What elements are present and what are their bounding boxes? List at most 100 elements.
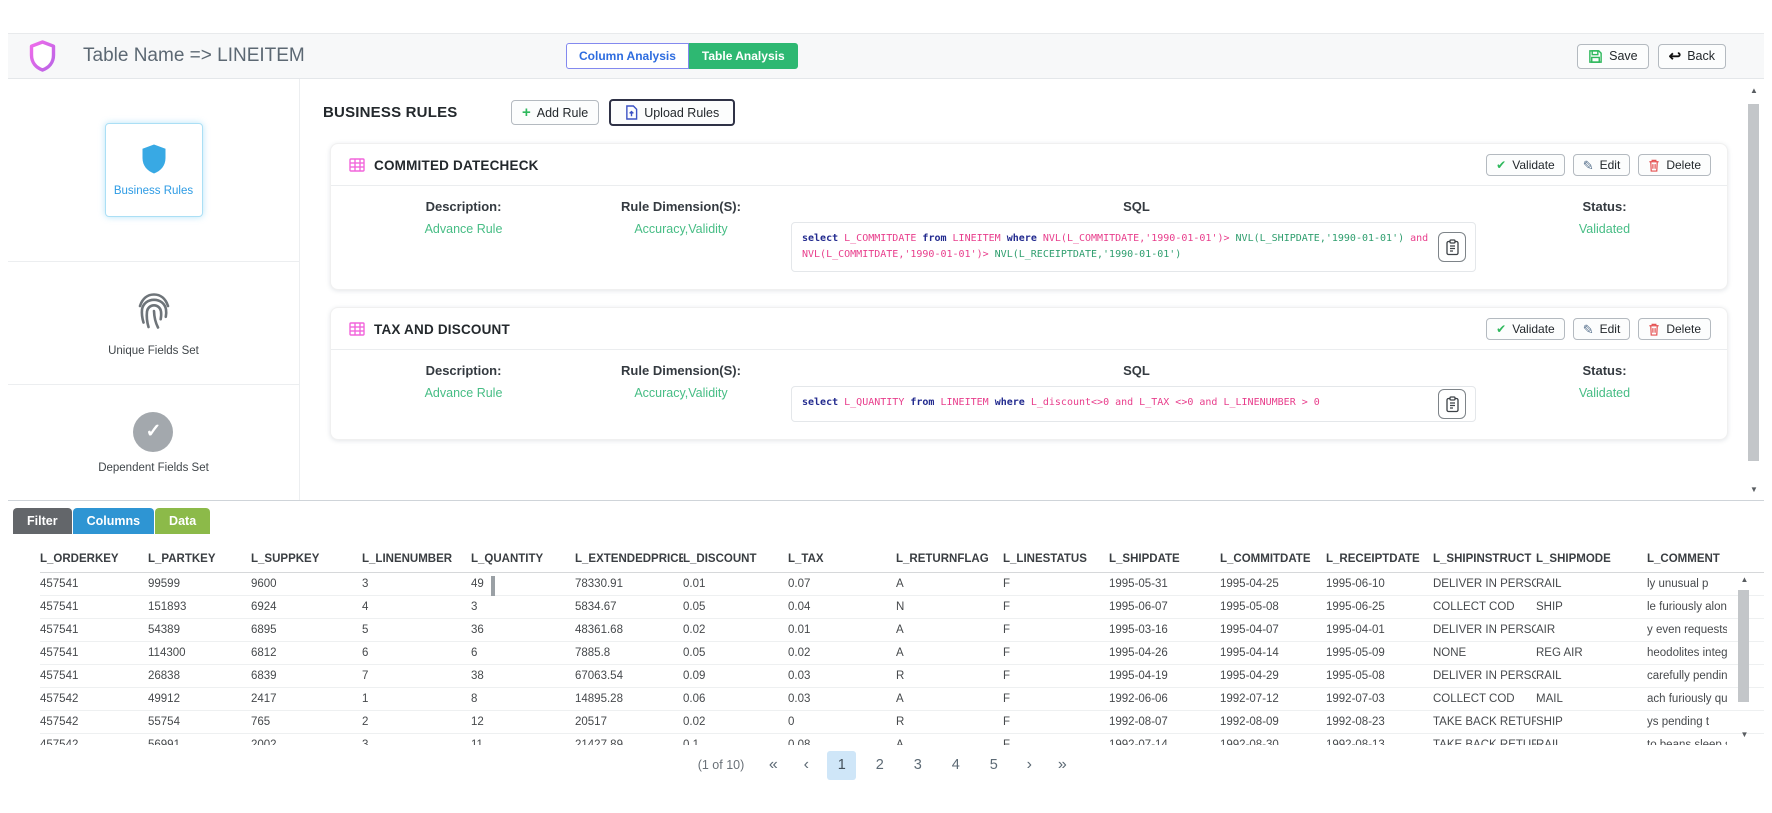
status-badge: Validated xyxy=(1482,386,1727,400)
table-cell: COLLECT COD xyxy=(1433,596,1536,618)
column-header-l_returnflag[interactable]: L_RETURNFLAG xyxy=(896,546,1003,572)
save-button[interactable]: Save xyxy=(1577,44,1649,69)
pagination: (1 of 10) « ‹ 12345 › » xyxy=(8,745,1764,785)
column-header-l_linestatus[interactable]: L_LINESTATUS xyxy=(1003,546,1109,572)
table-cell: 0.03 xyxy=(788,665,896,687)
edit-button[interactable]: ✎ Edit xyxy=(1573,154,1631,176)
table-cell: TAKE BACK RETURN xyxy=(1433,711,1536,733)
delete-button[interactable]: Delete xyxy=(1638,318,1711,340)
table-cell: 114300 xyxy=(148,642,251,664)
column-header-l_comment[interactable]: L_COMMENT xyxy=(1647,546,1727,572)
page-button-3[interactable]: 3 xyxy=(903,751,932,780)
table-row: 45754154389689553648361.680.020.01AF1995… xyxy=(40,619,1764,642)
table-cell: 14895.28 xyxy=(575,688,683,710)
column-header-l_commitdate[interactable]: L_COMMITDATE xyxy=(1220,546,1326,572)
panel-scrollbar: ▲ ▼ xyxy=(1744,79,1764,500)
edit-button[interactable]: ✎ Edit xyxy=(1573,318,1631,340)
table-cell: 457542 xyxy=(40,688,148,710)
validate-button[interactable]: ✔ Validate xyxy=(1486,154,1565,176)
table-cell: 26838 xyxy=(148,665,251,687)
column-header-l_tax[interactable]: L_TAX xyxy=(788,546,896,572)
table-cell: 49912 xyxy=(148,688,251,710)
column-header-l_orderkey[interactable]: L_ORDERKEY xyxy=(40,546,148,572)
tab-data[interactable]: Data xyxy=(155,508,210,534)
description-value: Advance Rule xyxy=(356,222,571,236)
page-button-2[interactable]: 2 xyxy=(865,751,894,780)
table-cell: 0 xyxy=(788,711,896,733)
sidebar-item-business-rules[interactable]: Business Rules xyxy=(105,123,203,217)
column-header-l_receiptdate[interactable]: L_RECEIPTDATE xyxy=(1326,546,1433,572)
rule-status: Status: Validated xyxy=(1482,199,1727,272)
tab-table-analysis[interactable]: Table Analysis xyxy=(689,43,798,69)
column-header-l_partkey[interactable]: L_PARTKEY xyxy=(148,546,251,572)
page-button-4[interactable]: 4 xyxy=(941,751,970,780)
rules-content: BUSINESS RULES + Add Rule Upload Rules xyxy=(300,79,1744,500)
page-button-1[interactable]: 1 xyxy=(827,751,856,780)
copy-sql-button[interactable] xyxy=(1438,232,1466,262)
table-cell: 457541 xyxy=(40,642,148,664)
table-cell: le furiously alongsi xyxy=(1647,596,1727,618)
column-header-l_shipmode[interactable]: L_SHIPMODE xyxy=(1536,546,1647,572)
first-page-button[interactable]: « xyxy=(761,756,785,774)
table-cell: DELIVER IN PERSON xyxy=(1433,665,1536,687)
analysis-panel: Business Rules Unique Fields Set xyxy=(8,79,1764,501)
tab-columns[interactable]: Columns xyxy=(73,508,154,534)
table-cell: 4 xyxy=(362,596,471,618)
data-preview-panel: Filter Columns Data L_ORDERKEYL_PARTKEYL… xyxy=(8,508,1764,785)
table-cell: 1995-04-29 xyxy=(1220,665,1326,687)
table-cell: 49 xyxy=(471,573,575,595)
inline-scrollbar-thumb[interactable] xyxy=(491,576,495,596)
check-circle-icon: ✓ xyxy=(133,412,173,452)
sidebar-item-dependent-fields-set[interactable]: ✓ Dependent Fields Set xyxy=(98,412,209,474)
column-header-l_extendedprice[interactable]: L_EXTENDEDPRICE xyxy=(575,546,683,572)
column-header-l_shipinstruct[interactable]: L_SHIPINSTRUCT xyxy=(1433,546,1536,572)
column-header-l_linenumber[interactable]: L_LINENUMBER xyxy=(362,546,471,572)
validate-button[interactable]: ✔ Validate xyxy=(1486,318,1565,340)
sidebar-item-unique-fields-set[interactable]: Unique Fields Set xyxy=(108,289,199,357)
table-cell: ach furiously quick xyxy=(1647,688,1727,710)
check-glyph: ✓ xyxy=(146,420,162,443)
rule-name: COMMITED DATECHECK xyxy=(374,158,539,173)
table-cell: R xyxy=(896,711,1003,733)
table-cell: 0.02 xyxy=(788,642,896,664)
add-rule-button[interactable]: + Add Rule xyxy=(511,100,599,125)
tab-column-analysis[interactable]: Column Analysis xyxy=(566,43,689,69)
page-button-5[interactable]: 5 xyxy=(979,751,1008,780)
rule-card-header: TAX AND DISCOUNT ✔ Validate ✎ Edit xyxy=(331,308,1727,350)
back-button[interactable]: ↩ Back xyxy=(1658,44,1726,69)
table-cell: 151893 xyxy=(148,596,251,618)
pencil-icon: ✎ xyxy=(1583,323,1594,336)
table-cell: 1995-04-26 xyxy=(1109,642,1220,664)
table-cell: RAIL xyxy=(1536,665,1647,687)
table-cell: 7 xyxy=(362,665,471,687)
table-cell: 1992-07-12 xyxy=(1220,688,1326,710)
upload-rules-label: Upload Rules xyxy=(644,106,719,120)
copy-sql-button[interactable] xyxy=(1438,389,1466,419)
scroll-up-icon[interactable]: ▲ xyxy=(1750,87,1758,95)
last-page-button[interactable]: » xyxy=(1050,756,1074,774)
prev-page-button[interactable]: ‹ xyxy=(794,756,818,774)
column-header-l_suppkey[interactable]: L_SUPPKEY xyxy=(251,546,362,572)
column-header-l_quantity[interactable]: L_QUANTITY xyxy=(471,546,575,572)
table-cell: 1992-08-23 xyxy=(1326,711,1433,733)
next-page-button[interactable]: › xyxy=(1017,756,1041,774)
table-cell: y even requests ma xyxy=(1647,619,1727,641)
table-cell: 0.01 xyxy=(788,619,896,641)
scrollbar-thumb[interactable] xyxy=(1748,104,1759,461)
scroll-down-icon[interactable]: ▼ xyxy=(1750,486,1758,494)
table-cell: 56991 xyxy=(148,734,251,745)
column-header-l_discount[interactable]: L_DISCOUNT xyxy=(683,546,788,572)
upload-rules-button[interactable]: Upload Rules xyxy=(609,99,735,126)
scrollbar-thumb[interactable] xyxy=(1738,590,1749,702)
plus-icon: + xyxy=(522,105,531,120)
scroll-down-icon[interactable]: ▼ xyxy=(1741,731,1749,739)
edit-label: Edit xyxy=(1600,158,1621,172)
sidebar-section: ✓ Dependent Fields Set xyxy=(8,385,299,500)
table-cell: 5834.67 xyxy=(575,596,683,618)
column-header-l_shipdate[interactable]: L_SHIPDATE xyxy=(1109,546,1220,572)
scroll-up-icon[interactable]: ▲ xyxy=(1741,576,1749,584)
table-cell: 7885.8 xyxy=(575,642,683,664)
sql-token: from xyxy=(910,397,934,408)
tab-filter[interactable]: Filter xyxy=(13,508,72,534)
delete-button[interactable]: Delete xyxy=(1638,154,1711,176)
